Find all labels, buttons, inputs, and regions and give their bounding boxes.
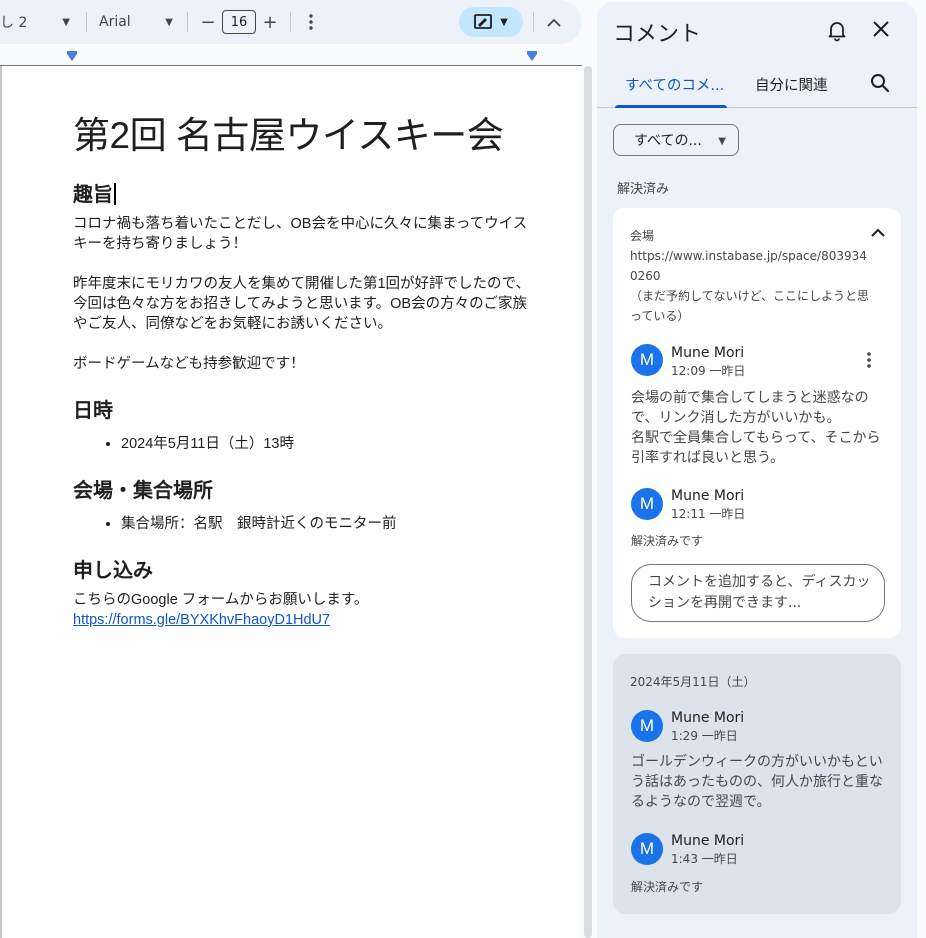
formatting-toolbar: し 2 ▼ Arial ▼ − 16 + ▼	[0, 0, 582, 44]
comment-text: 会場の前で集合してしまうと迷惑なので、リンク消した方がいいかも。 名駅で全員集合…	[631, 390, 881, 466]
thread-context-label: 2024年5月11日（土）	[630, 675, 756, 689]
comment-author: Mune Mori	[671, 710, 745, 726]
comment-time: 12:09 一昨日	[671, 364, 746, 378]
text-cursor	[114, 183, 116, 205]
list-item: 集合場所：名駅 銀時計近くのモニター前	[121, 514, 533, 534]
filter-label: すべての...	[634, 133, 702, 149]
apply-paragraph: こちらのGoogle フォームからお願いします。	[73, 592, 369, 608]
avatar: M	[631, 344, 663, 376]
comment-text: ゴールデンウィークの方がいいかもという話はあったものの、何人か旅行と重なるような…	[631, 754, 883, 810]
font-size-input[interactable]: 16	[222, 10, 256, 34]
toolbar-divider	[86, 12, 87, 32]
comment-time: 1:43 一昨日	[671, 852, 738, 866]
close-icon[interactable]	[869, 16, 893, 44]
decrease-font-size-button[interactable]: −	[194, 8, 222, 36]
comments-tabs: すべてのコメ... 自分に関連	[597, 60, 917, 108]
heading-apply: 申し込み	[73, 560, 153, 582]
resolved-status: 解決済みです	[631, 880, 704, 894]
purpose-paragraph-1: コロナ禍も落ち着いたことだし、OB会を中心に久々に集まってウイスキーを持ち寄りま…	[73, 216, 528, 252]
toolbar-divider	[290, 12, 291, 32]
heading-date: 日時	[73, 400, 113, 422]
panel-title: コメント	[613, 22, 702, 47]
purpose-paragraph-3: ボードゲームなども持参歓迎です！	[73, 356, 305, 372]
comment-time: 12:11 一昨日	[671, 507, 746, 521]
paragraph-style-label: し 2	[0, 15, 28, 31]
avatar: M	[631, 488, 663, 520]
comment-author: Mune Mori	[671, 345, 745, 361]
resolved-section-label: 解決済み	[617, 182, 670, 197]
notification-bell-icon[interactable]	[825, 18, 849, 42]
edit-pencil-icon	[474, 14, 493, 29]
comment-filter-dropdown[interactable]: すべての... ▼	[613, 124, 739, 156]
tab-relevant-to-me[interactable]: 自分に関連	[755, 74, 828, 95]
chevron-down-icon: ▼	[165, 16, 173, 28]
heading-venue: 会場・集合場所	[73, 480, 213, 502]
chevron-down-icon: ▼	[718, 136, 726, 147]
thread-context-note: （まだ予約してないけど、ここにしようと思っている）	[630, 289, 870, 323]
resolved-status: 解決済みです	[631, 534, 704, 548]
reply-input[interactable]: コメントを追加すると、ディスカッションを再開できます...	[631, 564, 885, 622]
comment-author: Mune Mori	[671, 488, 745, 504]
tab-all-comments[interactable]: すべてのコメ...	[625, 74, 724, 95]
form-link[interactable]: https://forms.gle/BYXKhvFhaoyD1HdU7	[73, 612, 330, 628]
document-title: 第2回 名古屋ウイスキー会	[73, 115, 504, 156]
toolbar-divider	[187, 12, 188, 32]
comment-thread[interactable]: 2024年5月11日（土） M Mune Mori 1:29 一昨日 ゴールデン…	[613, 654, 901, 914]
toolbar-divider	[533, 12, 534, 32]
avatar: M	[631, 833, 663, 865]
document-scrollbar[interactable]	[584, 66, 592, 938]
editing-mode-button[interactable]: ▼	[459, 7, 523, 37]
thread-context-url: https://www.instabase.jp/space/803934026…	[630, 249, 867, 283]
comments-panel: コメント すべてのコメ... 自分に関連 すべての... ▼ 解決済み 会場 h…	[597, 2, 917, 938]
chevron-up-icon[interactable]	[871, 222, 887, 238]
paragraph-style-dropdown[interactable]: し 2 ▼	[0, 12, 80, 32]
document-body[interactable]: 第2回 名古屋ウイスキー会 趣旨 コロナ禍も落ち着いたことだし、OB会を中心に久…	[73, 112, 533, 630]
increase-font-size-button[interactable]: +	[256, 8, 284, 36]
comment-time: 1:29 一昨日	[671, 729, 738, 743]
avatar: M	[631, 710, 663, 742]
chevron-down-icon: ▼	[500, 16, 508, 28]
font-family-dropdown[interactable]: Arial ▼	[93, 14, 181, 30]
chevron-down-icon: ▼	[62, 16, 70, 28]
more-options-icon[interactable]	[297, 8, 325, 36]
ruler[interactable]	[0, 44, 582, 66]
heading-purpose: 趣旨	[73, 182, 533, 208]
more-options-icon[interactable]	[861, 352, 877, 368]
active-tab-indicator	[615, 105, 727, 108]
comment-thread[interactable]: 会場 https://www.instabase.jp/space/803934…	[613, 208, 901, 638]
venue-list: 集合場所：名駅 銀時計近くのモニター前	[73, 514, 533, 534]
search-icon[interactable]	[869, 72, 891, 94]
collapse-menus-icon[interactable]	[540, 8, 568, 36]
list-item: 2024年5月11日（土）13時	[121, 434, 533, 454]
left-indent-marker[interactable]	[67, 51, 77, 61]
purpose-paragraph-2: 昨年度末にモリカワの友人を集めて開催した第1回が好評でしたので、今回は色々な方を…	[73, 276, 530, 332]
date-list: 2024年5月11日（土）13時	[73, 434, 533, 454]
font-family-label: Arial	[99, 14, 131, 30]
right-indent-marker[interactable]	[527, 51, 537, 61]
comment-author: Mune Mori	[671, 833, 745, 849]
thread-context-label: 会場	[630, 229, 655, 243]
heading-purpose-text: 趣旨	[73, 184, 113, 206]
